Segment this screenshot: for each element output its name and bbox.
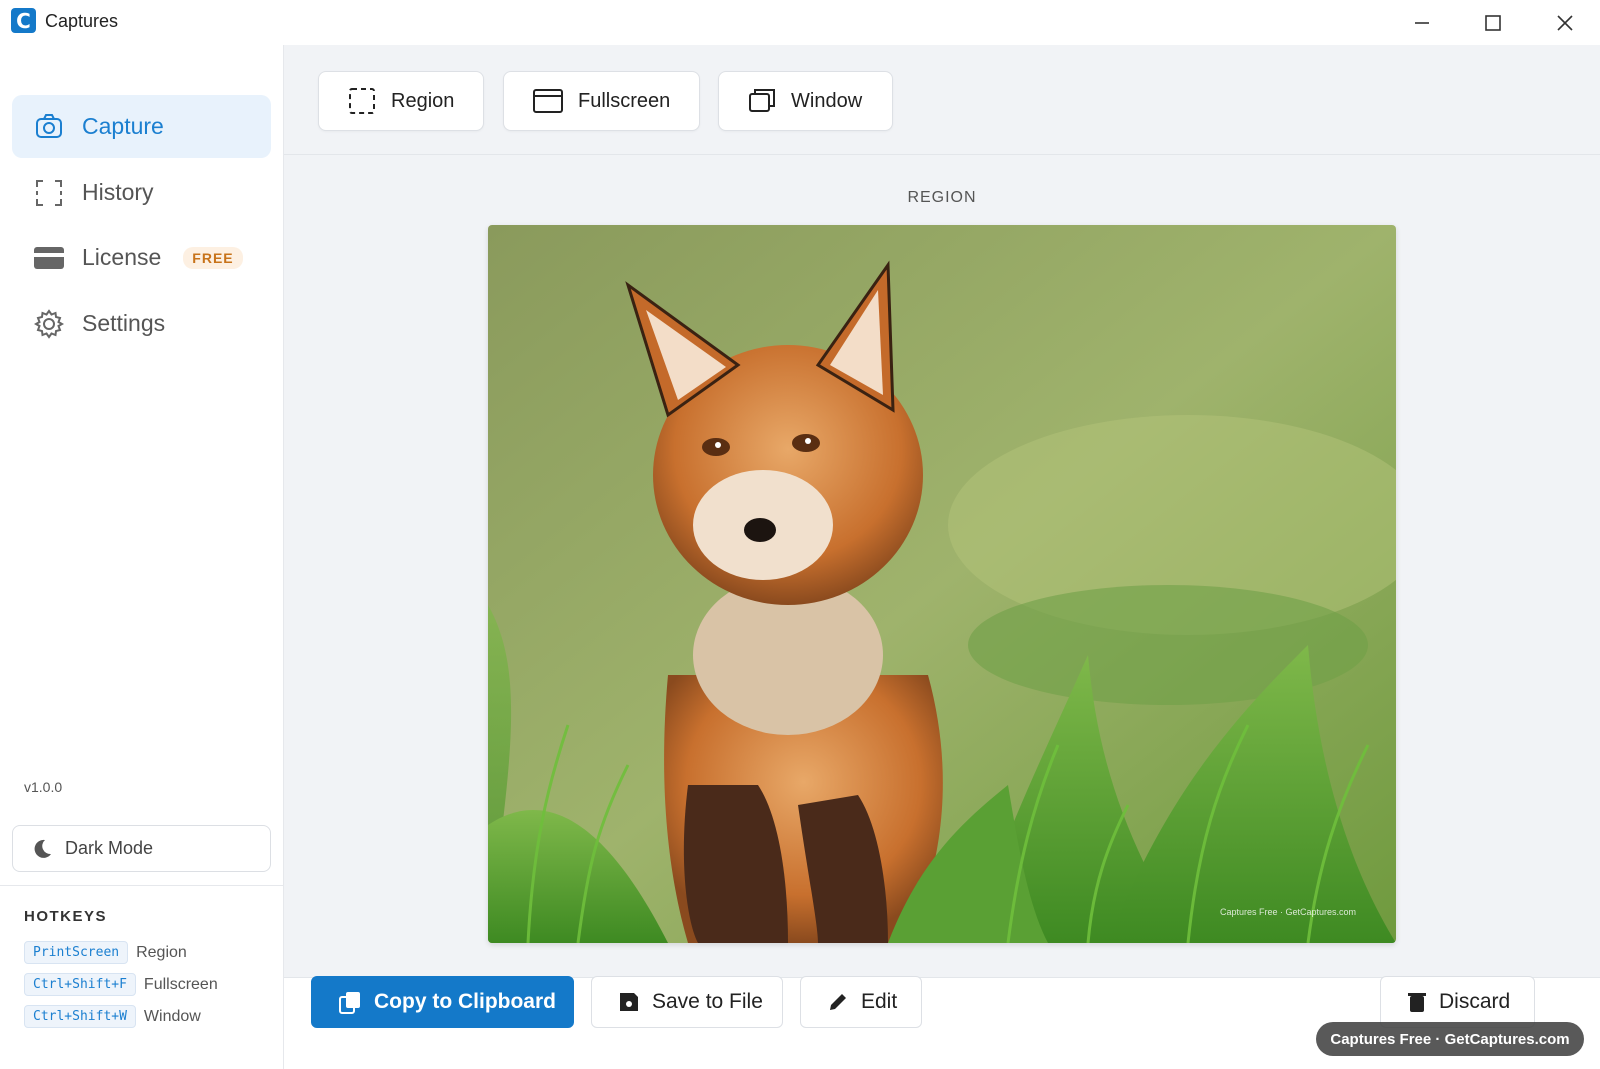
region-select-icon bbox=[349, 88, 375, 114]
window-icon bbox=[749, 89, 775, 112]
gear-icon bbox=[33, 308, 65, 340]
title-bar: C Captures bbox=[0, 0, 1600, 45]
minimize-icon bbox=[1415, 21, 1429, 24]
minimize-button[interactable] bbox=[1387, 0, 1457, 45]
hotkey-row: Ctrl+Shift+W Window bbox=[24, 1005, 201, 1028]
region-button-label: Region bbox=[391, 89, 455, 112]
fullscreen-icon bbox=[533, 89, 563, 113]
main-panel: Region Fullscreen Window REGION Captures… bbox=[284, 45, 1600, 1069]
moon-icon bbox=[34, 839, 51, 858]
sidebar-item-label: History bbox=[82, 179, 154, 205]
sidebar-item-license[interactable]: License FREE bbox=[12, 226, 271, 289]
window-button[interactable]: Window bbox=[718, 71, 893, 131]
hotkeys-title: HOTKEYS bbox=[24, 908, 108, 925]
capture-mode-label: REGION bbox=[907, 189, 977, 206]
fullscreen-button[interactable]: Fullscreen bbox=[503, 71, 700, 131]
app-version: v1.0.0 bbox=[24, 779, 63, 795]
hotkey-action: Fullscreen bbox=[143, 975, 218, 993]
credit-card-icon bbox=[33, 242, 65, 274]
hotkey-action: Region bbox=[136, 943, 187, 961]
image-watermark: Captures Free · GetCaptures.com bbox=[1220, 907, 1356, 917]
window-title: Captures bbox=[45, 11, 119, 31]
hotkey-key: PrintScreen bbox=[24, 941, 129, 964]
sidebar-item-capture[interactable]: Capture bbox=[12, 95, 271, 158]
window-button-label: Window bbox=[791, 89, 863, 112]
sidebar-item-settings[interactable]: Settings bbox=[12, 292, 271, 355]
sidebar-divider bbox=[0, 885, 284, 886]
hotkey-key: Ctrl+Shift+F bbox=[24, 973, 136, 996]
capture-preview-image: Captures Free · GetCaptures.com bbox=[488, 225, 1396, 943]
trash-icon bbox=[1408, 993, 1426, 1012]
copy-icon bbox=[339, 992, 360, 1014]
edit-button-label: Edit bbox=[861, 990, 898, 1013]
region-button[interactable]: Region bbox=[318, 71, 484, 131]
sidebar-item-label: Capture bbox=[82, 113, 164, 139]
sidebar-item-label: Settings bbox=[82, 310, 166, 336]
copy-button-label: Copy to Clipboard bbox=[374, 990, 556, 1013]
fullscreen-button-label: Fullscreen bbox=[578, 89, 671, 112]
hotkey-key: Ctrl+Shift+W bbox=[24, 1005, 136, 1028]
save-icon bbox=[620, 993, 638, 1011]
pencil-icon bbox=[830, 994, 846, 1010]
maximize-icon bbox=[1485, 14, 1501, 31]
license-badge: FREE bbox=[183, 246, 243, 269]
save-button-label: Save to File bbox=[652, 990, 763, 1013]
maximize-button[interactable] bbox=[1458, 0, 1528, 45]
hotkey-row: PrintScreen Region bbox=[24, 941, 187, 964]
discard-button-label: Discard bbox=[1439, 990, 1511, 1013]
dark-mode-button[interactable]: Dark Mode bbox=[12, 825, 271, 872]
hotkey-row: Ctrl+Shift+F Fullscreen bbox=[24, 973, 218, 996]
edit-button[interactable]: Edit bbox=[800, 976, 922, 1028]
app-watermark: Captures Free · GetCaptures.com bbox=[1316, 1022, 1584, 1056]
dark-mode-label: Dark Mode bbox=[65, 838, 154, 858]
sidebar: Capture History License FREE Settings v1… bbox=[0, 45, 284, 1069]
history-frame-icon bbox=[33, 177, 65, 209]
discard-button[interactable]: Discard bbox=[1380, 976, 1535, 1028]
copy-to-clipboard-button[interactable]: Copy to Clipboard bbox=[311, 976, 574, 1028]
capture-toolbar: Region Fullscreen Window bbox=[284, 45, 1600, 155]
camera-icon bbox=[33, 111, 65, 143]
fox-photo: Captures Free · GetCaptures.com bbox=[488, 225, 1396, 943]
close-window-button[interactable] bbox=[1530, 0, 1600, 45]
hotkey-action: Window bbox=[143, 1007, 201, 1025]
sidebar-item-label: License bbox=[82, 244, 162, 270]
app-logo-icon: C bbox=[11, 8, 36, 33]
save-to-file-button[interactable]: Save to File bbox=[591, 976, 783, 1028]
close-icon bbox=[1557, 14, 1573, 31]
sidebar-item-history[interactable]: History bbox=[12, 161, 271, 224]
